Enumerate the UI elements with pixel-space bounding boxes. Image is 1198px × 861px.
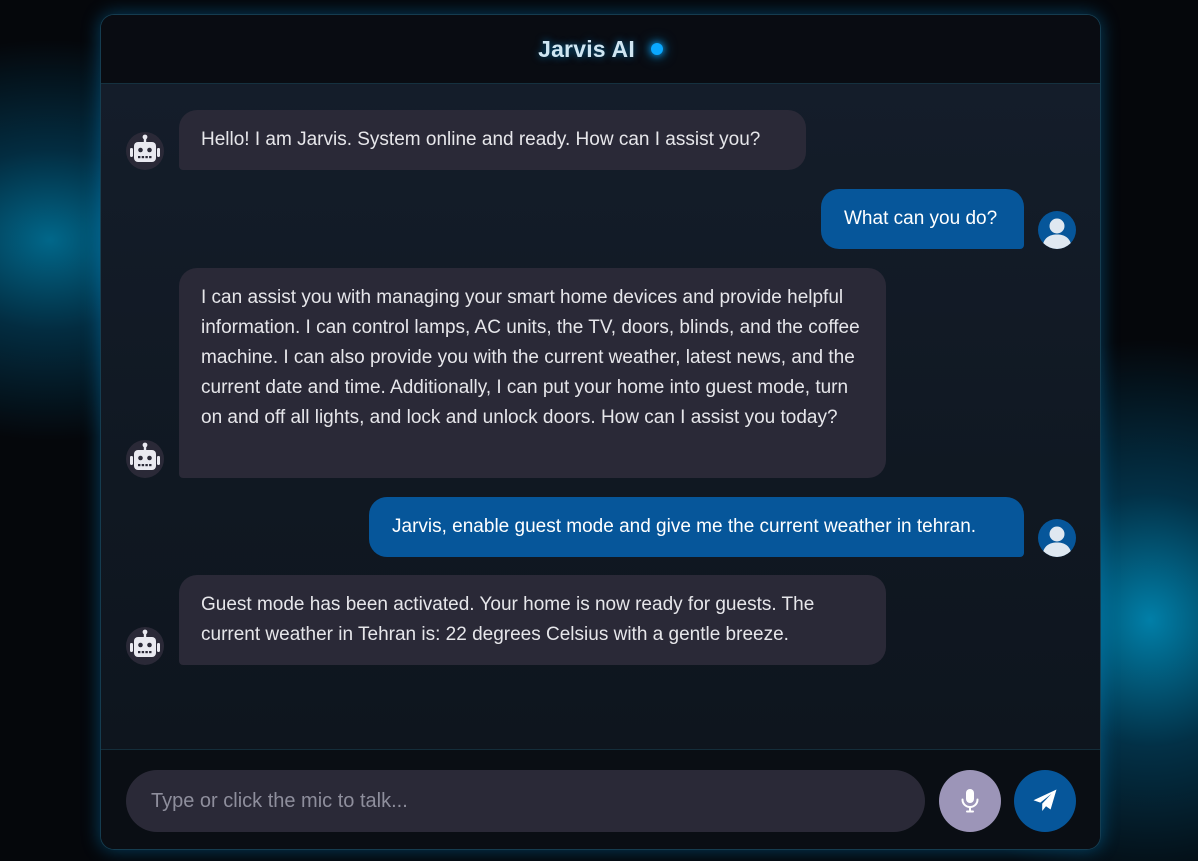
chat-header: Jarvis AI (101, 15, 1100, 84)
robot-icon (126, 440, 164, 478)
microphone-icon (961, 789, 979, 813)
user-message-bubble: What can you do? (821, 189, 1024, 249)
message-input[interactable] (126, 770, 925, 832)
paper-plane-icon (1033, 789, 1057, 811)
app-title: Jarvis AI (538, 35, 635, 62)
user-message-bubble: Jarvis, enable guest mode and give me th… (369, 497, 1024, 557)
user-icon (1038, 211, 1076, 249)
chat-window: Jarvis AI Hello! I am Jarvis. System onl… (100, 14, 1101, 850)
send-button[interactable] (1014, 770, 1076, 832)
mic-button[interactable] (939, 770, 1001, 832)
robot-icon (126, 627, 164, 665)
message-composer (101, 749, 1100, 849)
user-icon (1038, 519, 1076, 557)
online-status-indicator (650, 43, 663, 55)
message-list[interactable]: Hello! I am Jarvis. System online and re… (101, 84, 1100, 749)
bot-message-bubble: Guest mode has been activated. Your home… (179, 575, 886, 665)
bot-message-bubble: Hello! I am Jarvis. System online and re… (179, 110, 806, 170)
robot-icon (126, 132, 164, 170)
bot-message-bubble: I can assist you with managing your smar… (179, 268, 886, 478)
